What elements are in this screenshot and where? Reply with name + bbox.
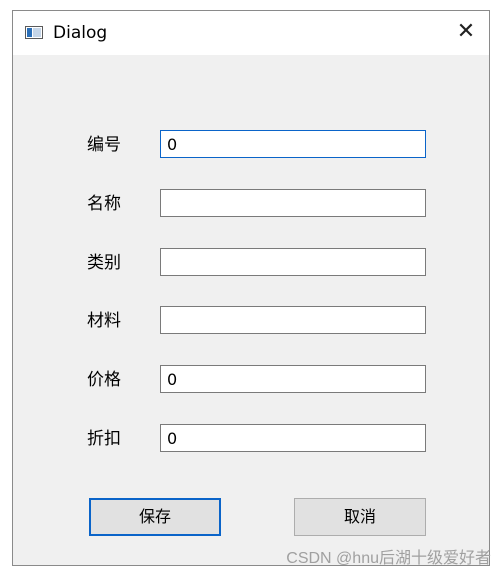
window-app-icon bbox=[25, 26, 43, 39]
form-row-category: 类别 bbox=[13, 248, 489, 278]
cancel-button[interactable]: 取消 bbox=[294, 498, 426, 536]
form-row-name: 名称 bbox=[13, 189, 489, 219]
price-label: 价格 bbox=[87, 370, 121, 390]
close-icon[interactable]: ✕ bbox=[451, 17, 481, 47]
name-label: 名称 bbox=[87, 194, 121, 214]
form-row-price: 价格 bbox=[13, 365, 489, 395]
name-field[interactable] bbox=[160, 189, 426, 217]
form-row-discount: 折扣 bbox=[13, 424, 489, 454]
dialog-window: Dialog ✕ 编号 名称 类别 材料 价格 折扣 保存 取消 bbox=[12, 10, 490, 566]
number-label: 编号 bbox=[87, 135, 121, 155]
window-title: Dialog bbox=[53, 23, 108, 43]
title-bar[interactable]: Dialog ✕ bbox=[13, 11, 489, 55]
material-field[interactable] bbox=[160, 306, 426, 334]
watermark-text: CSDN @hnu后湖十级爱好者 bbox=[286, 550, 491, 567]
form-row-material: 材料 bbox=[13, 306, 489, 336]
category-label: 类别 bbox=[87, 253, 121, 273]
category-field[interactable] bbox=[160, 248, 426, 276]
number-field[interactable] bbox=[160, 130, 426, 158]
price-field[interactable] bbox=[160, 365, 426, 393]
discount-label: 折扣 bbox=[87, 429, 121, 449]
discount-field[interactable] bbox=[160, 424, 426, 452]
form-row-number: 编号 bbox=[13, 130, 489, 160]
material-label: 材料 bbox=[87, 311, 121, 331]
save-button[interactable]: 保存 bbox=[89, 498, 221, 536]
